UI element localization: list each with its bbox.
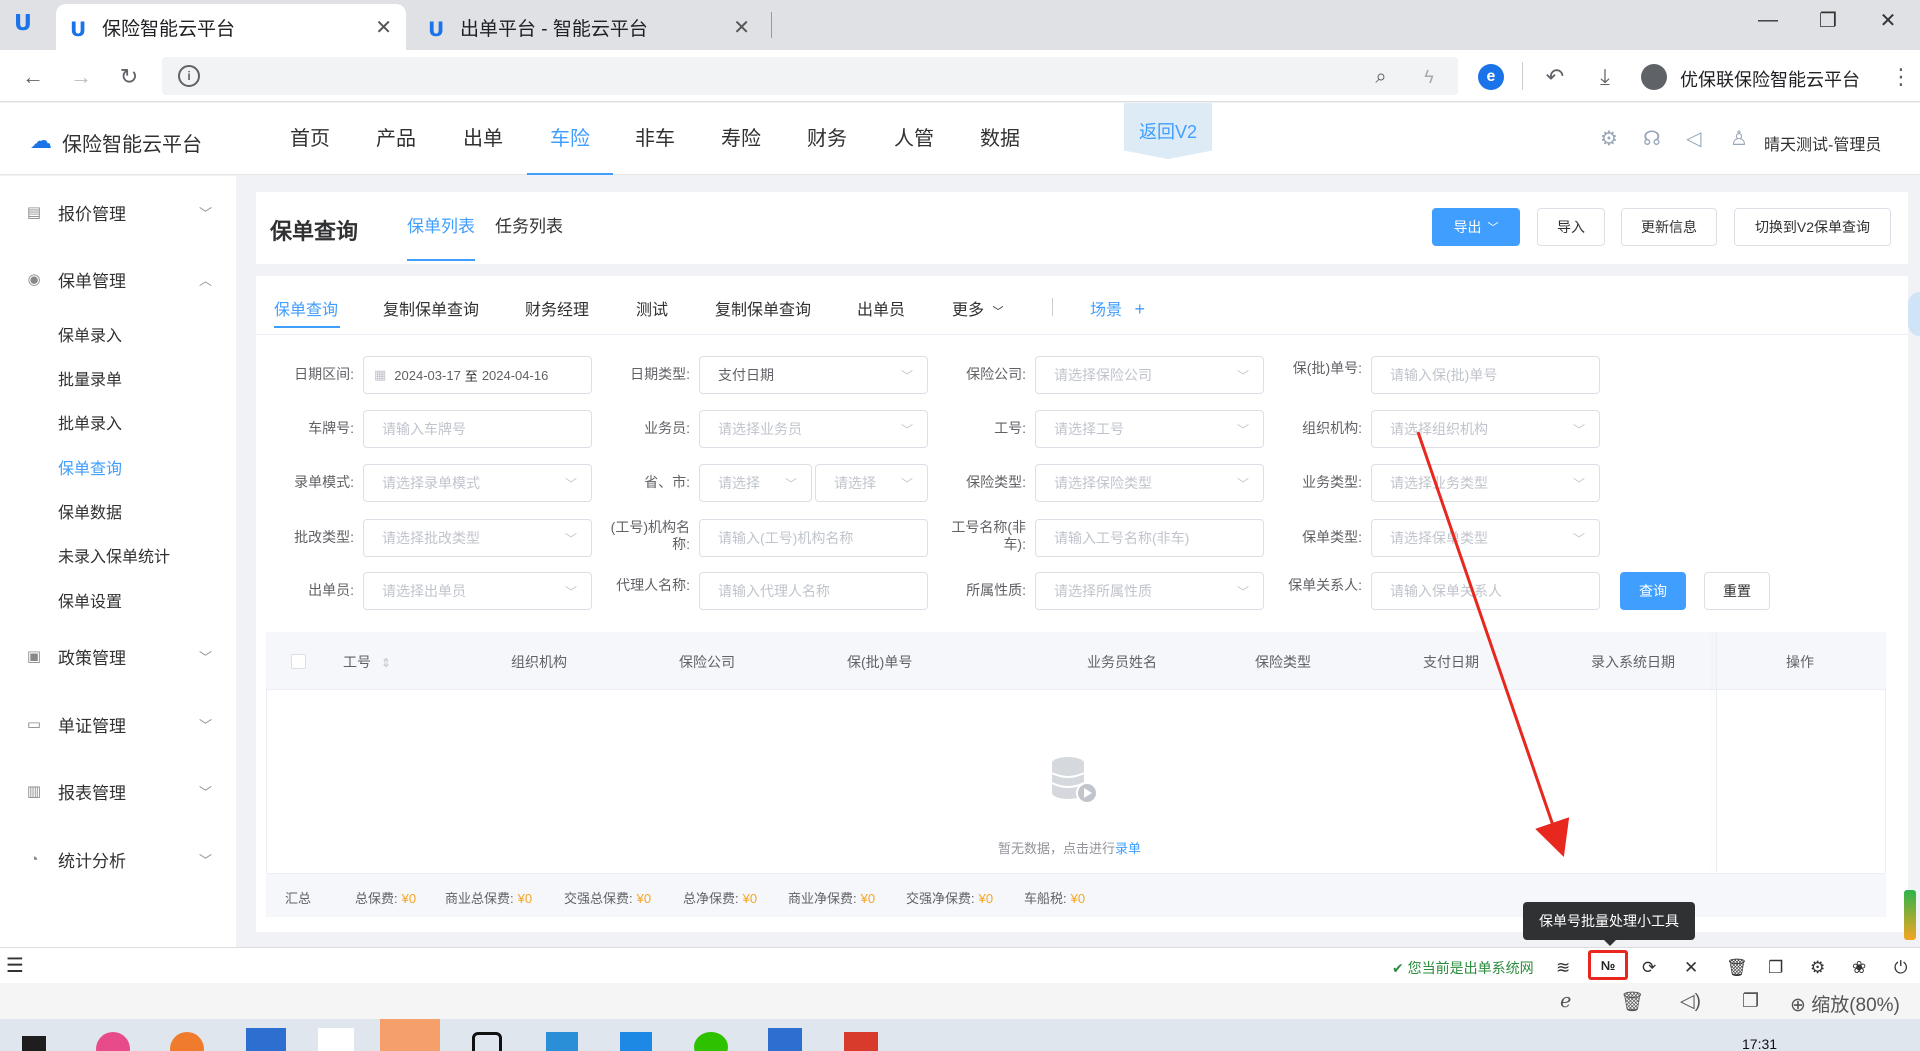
trash-icon[interactable]: 🗑 xyxy=(1620,990,1644,1014)
app-icon-7[interactable] xyxy=(546,1032,578,1051)
zoom-in-icon: ⊕ xyxy=(1790,995,1806,1016)
window-icon[interactable]: ❐ xyxy=(1742,990,1759,1013)
wifi-icon: ≋ xyxy=(1556,958,1571,977)
network-status-text: 您当前是出单系统网 xyxy=(1407,960,1534,976)
hamburger-menu-icon[interactable]: ☰ xyxy=(6,953,24,978)
app-icon-6[interactable] xyxy=(472,1032,502,1051)
refresh-icon[interactable]: ⟳ xyxy=(1642,958,1656,978)
batch-policy-tool-button[interactable]: № xyxy=(1588,950,1628,980)
gear-icon[interactable]: ⚙ xyxy=(1810,958,1825,978)
app-icon-8[interactable] xyxy=(620,1032,652,1051)
close-icon[interactable]: ✕ xyxy=(1684,958,1698,978)
wps-icon[interactable] xyxy=(844,1032,878,1051)
power-icon[interactable]: ⏻ xyxy=(1894,958,1907,978)
sound-icon[interactable]: ◁) xyxy=(1680,990,1701,1013)
tooltip: 保单号批量处理小工具 xyxy=(1523,902,1695,940)
copy-icon[interactable]: ❐ xyxy=(1768,958,1783,978)
app-icon-3[interactable] xyxy=(246,1028,286,1051)
app-icon-4[interactable] xyxy=(318,1028,354,1051)
bottom-toolbar xyxy=(0,947,1920,983)
paw-icon[interactable]: ❀ xyxy=(1852,958,1866,978)
windows-start-icon[interactable] xyxy=(22,1036,46,1051)
zoom-level: 缩放(80%) xyxy=(1811,995,1900,1016)
tooltip-arrow xyxy=(1603,939,1617,946)
annotation-arrow xyxy=(1416,431,1570,858)
zoom-control[interactable]: ⊕ 缩放(80%) xyxy=(1790,990,1900,1017)
clock[interactable]: 17:31 xyxy=(1742,1036,1777,1051)
trash-icon[interactable]: 🗑 xyxy=(1726,958,1748,978)
windows-taskbar xyxy=(0,1019,1920,1051)
app-icon-9[interactable] xyxy=(768,1028,802,1051)
check-circle-icon: ✔ xyxy=(1392,960,1404,976)
network-status: ✔ 您当前是出单系统网 xyxy=(1392,958,1534,978)
app-icon-5[interactable] xyxy=(380,1019,440,1051)
ie-compat-icon[interactable]: ℯ xyxy=(1560,990,1571,1013)
